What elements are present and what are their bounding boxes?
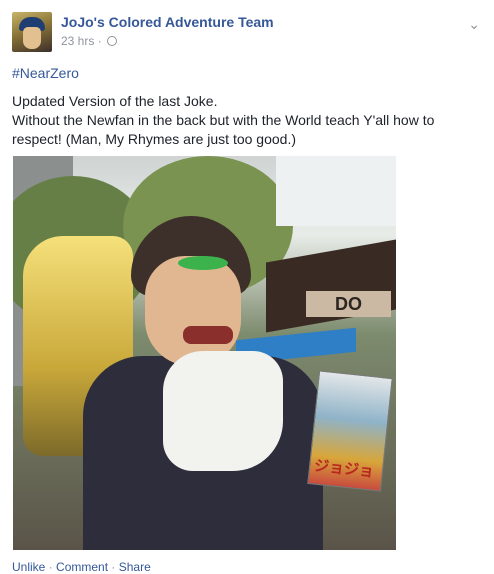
photo-sign: DO <box>306 291 391 317</box>
photo-headband <box>178 256 228 270</box>
action-separator: · <box>48 560 53 574</box>
post-text-line2: Without the Newfan in the back but with … <box>12 112 435 147</box>
manga-logo: ジョジョ <box>313 457 375 481</box>
post-timestamp[interactable]: 23 hrs <box>61 34 94 48</box>
photo-sky <box>276 156 396 226</box>
chevron-down-icon[interactable]: ⌄ <box>468 16 480 33</box>
photo-manga-cover: ジョジョ <box>307 370 393 492</box>
share-link[interactable]: Share <box>119 560 151 574</box>
photo-napkin <box>163 351 283 471</box>
post-photo[interactable]: DO ジョジョ <box>13 156 396 550</box>
photo-person-face <box>145 256 241 366</box>
photo-food <box>183 326 233 344</box>
comment-link[interactable]: Comment <box>56 560 108 574</box>
post-text-line1: Updated Version of the last Joke. <box>12 93 218 109</box>
hashtag-link[interactable]: #NearZero <box>12 65 79 81</box>
meta-separator: · <box>97 34 102 48</box>
action-separator: · <box>111 560 116 574</box>
page-name-link[interactable]: JoJo's Colored Adventure Team <box>61 14 274 30</box>
post-text: Updated Version of the last Joke. Withou… <box>12 92 482 149</box>
avatar-face <box>23 27 41 49</box>
globe-icon <box>107 36 118 46</box>
post-header: JoJo's Colored Adventure Team 23 hrs · ⌄ <box>12 12 482 54</box>
post-meta: 23 hrs · <box>61 34 118 48</box>
post-actions: Unlike · Comment · Share <box>12 560 151 574</box>
page-avatar[interactable] <box>12 12 52 52</box>
unlike-link[interactable]: Unlike <box>12 560 45 574</box>
